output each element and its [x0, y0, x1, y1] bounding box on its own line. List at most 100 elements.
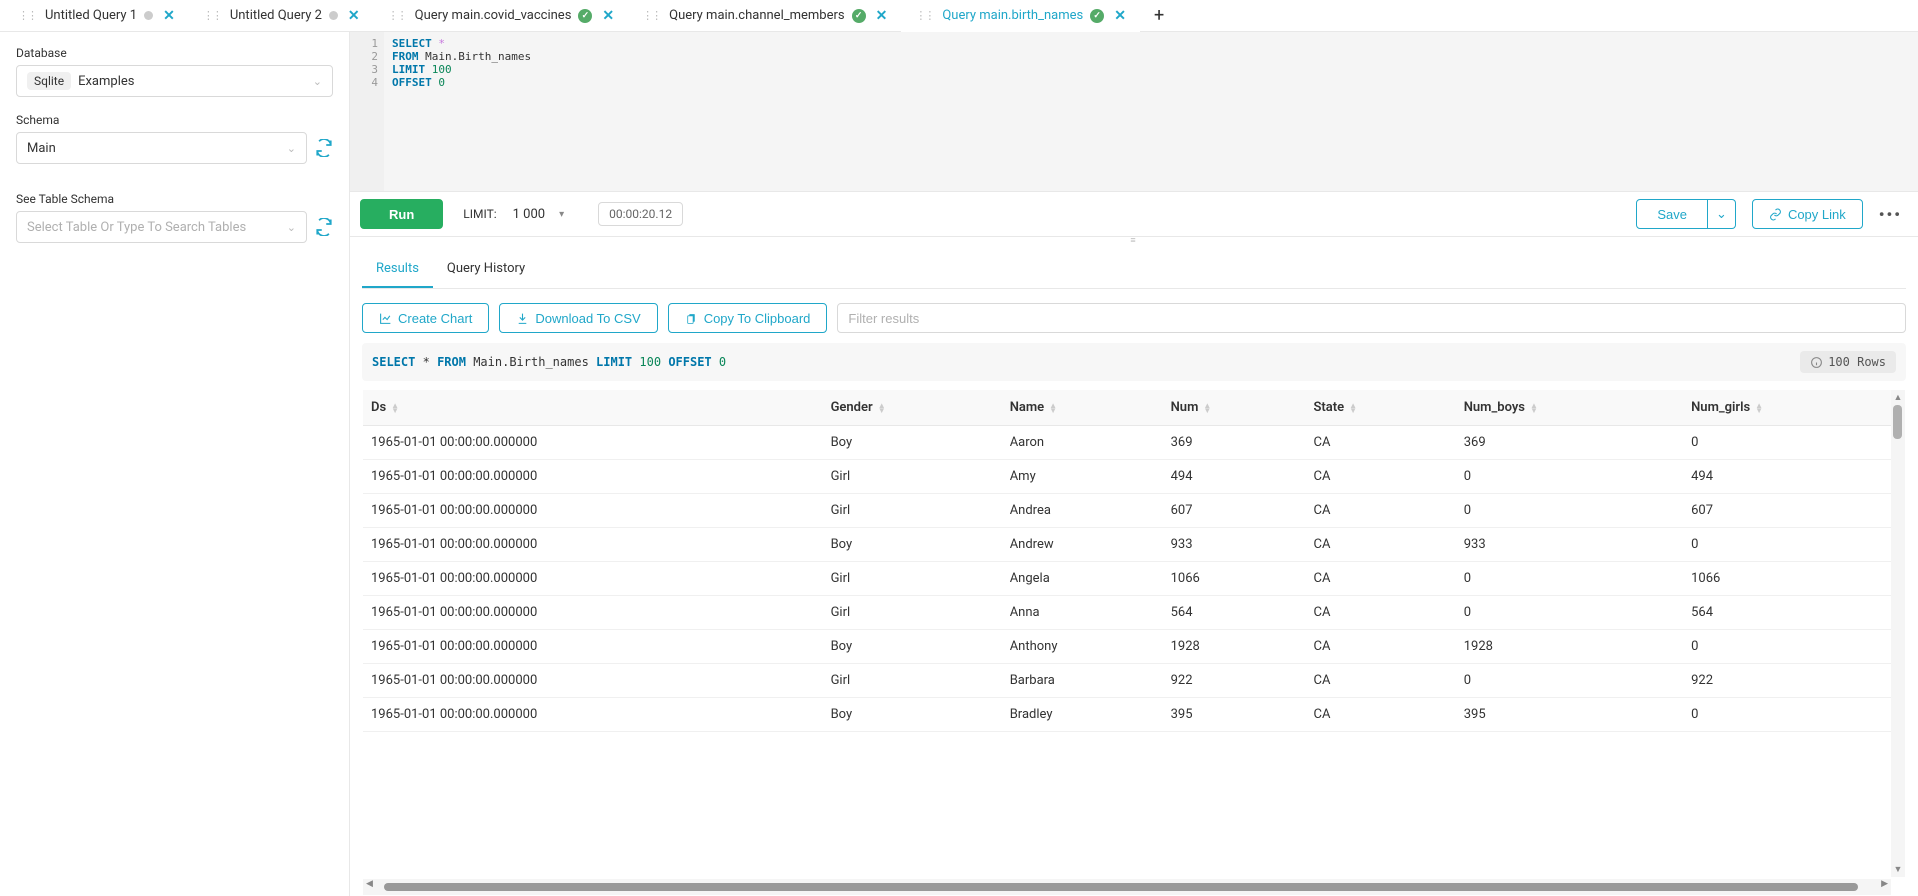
- save-button[interactable]: Save: [1636, 199, 1708, 229]
- scroll-up-icon[interactable]: ▲: [1891, 390, 1905, 405]
- refresh-icon[interactable]: [315, 218, 333, 236]
- table-cell: CA: [1306, 528, 1456, 562]
- sort-icon[interactable]: ▲▼: [1203, 403, 1211, 413]
- column-header[interactable]: Ds▲▼: [363, 390, 823, 426]
- scroll-thumb[interactable]: [384, 883, 1858, 891]
- download-csv-label: Download To CSV: [535, 311, 640, 326]
- table-search-select[interactable]: Select Table Or Type To Search Tables ⌄: [16, 211, 307, 243]
- scroll-down-icon[interactable]: ▼: [1891, 862, 1905, 877]
- download-csv-button[interactable]: Download To CSV: [499, 303, 657, 333]
- table-cell: 494: [1163, 460, 1306, 494]
- column-header[interactable]: Gender▲▼: [823, 390, 1002, 426]
- sort-icon[interactable]: ▲▼: [1755, 403, 1763, 413]
- scroll-right-icon[interactable]: ▶: [1878, 879, 1891, 895]
- refresh-icon[interactable]: [315, 139, 333, 157]
- table-cell: 1965-01-01 00:00:00.000000: [363, 698, 823, 732]
- scroll-left-icon[interactable]: ◀: [363, 879, 376, 895]
- create-chart-button[interactable]: Create Chart: [362, 303, 489, 333]
- editor-gutter: 1234: [350, 32, 384, 191]
- query-toolbar: Run LIMIT: 1 000 ▾ 00:00:20.12 Save ⌄ Co…: [350, 192, 1918, 237]
- chevron-down-icon: ⌄: [1716, 206, 1727, 222]
- drag-handle-icon[interactable]: ⋮⋮: [18, 9, 36, 22]
- sort-icon[interactable]: ▲▼: [1049, 403, 1057, 413]
- tab-label: Query main.covid_vaccines: [415, 8, 572, 23]
- table-cell: 0: [1683, 698, 1905, 732]
- table-cell: CA: [1306, 698, 1456, 732]
- chevron-down-icon: ⌄: [287, 142, 296, 155]
- drag-handle-icon[interactable]: ⋮⋮: [388, 9, 406, 22]
- schema-value: Main: [27, 141, 56, 156]
- subtab-results[interactable]: Results: [362, 251, 433, 288]
- sort-icon[interactable]: ▲▼: [391, 403, 399, 413]
- table-cell: 1965-01-01 00:00:00.000000: [363, 528, 823, 562]
- limit-dropdown[interactable]: 1 000 ▾: [507, 207, 570, 222]
- table-cell: Angela: [1002, 562, 1163, 596]
- tab-label: Untitled Query 1: [45, 8, 137, 23]
- clipboard-icon: [685, 312, 698, 325]
- chevron-down-icon: ⌄: [313, 75, 322, 88]
- drag-handle-icon[interactable]: ⋮⋮: [642, 9, 660, 22]
- close-icon[interactable]: ✕: [163, 9, 175, 23]
- copy-link-button[interactable]: Copy Link: [1752, 199, 1863, 229]
- query-tab[interactable]: ⋮⋮ Untitled Query 1 ✕: [4, 0, 189, 32]
- table-placeholder: Select Table Or Type To Search Tables: [27, 220, 246, 235]
- more-icon[interactable]: •••: [1873, 205, 1908, 224]
- table-cell: 1965-01-01 00:00:00.000000: [363, 596, 823, 630]
- table-row: 1965-01-01 00:00:00.000000GirlBarbara922…: [363, 664, 1905, 698]
- filter-results-input[interactable]: [837, 303, 1906, 333]
- schema-select[interactable]: Main ⌄: [16, 132, 307, 164]
- subtab-query-history[interactable]: Query History: [433, 251, 539, 288]
- close-icon[interactable]: ✕: [348, 9, 360, 23]
- limit-value: 1 000: [513, 207, 545, 222]
- drag-handle-icon[interactable]: ⋮⋮: [915, 9, 933, 22]
- column-header[interactable]: Num_boys▲▼: [1456, 390, 1683, 426]
- new-tab-button[interactable]: +: [1140, 0, 1172, 32]
- query-tab[interactable]: ⋮⋮ Untitled Query 2 ✕: [189, 0, 374, 32]
- close-icon[interactable]: ✕: [1114, 9, 1126, 23]
- column-header[interactable]: State▲▼: [1306, 390, 1456, 426]
- scroll-thumb[interactable]: [1893, 405, 1902, 439]
- chart-icon: [379, 312, 392, 325]
- table-cell: CA: [1306, 596, 1456, 630]
- table-cell: 369: [1456, 426, 1683, 460]
- status-dot-icon: [329, 11, 338, 20]
- sql-editor[interactable]: 1234 SELECT * FROM Main.Birth_names LIMI…: [350, 32, 1918, 192]
- column-header[interactable]: Name▲▼: [1002, 390, 1163, 426]
- sort-icon[interactable]: ▲▼: [878, 403, 886, 413]
- column-header[interactable]: Num▲▼: [1163, 390, 1306, 426]
- see-table-schema-label: See Table Schema: [16, 192, 333, 206]
- sort-icon[interactable]: ▲▼: [1349, 403, 1357, 413]
- caret-down-icon: ▾: [559, 209, 564, 220]
- vertical-scrollbar[interactable]: ▲ ▼: [1891, 390, 1905, 877]
- column-header[interactable]: Num_girls▲▼: [1683, 390, 1905, 426]
- close-icon[interactable]: ✕: [602, 9, 614, 23]
- horizontal-scrollbar[interactable]: ◀ ▶: [363, 879, 1891, 895]
- copy-clipboard-button[interactable]: Copy To Clipboard: [668, 303, 828, 333]
- query-tab[interactable]: ⋮⋮ Query main.birth_names ✕: [901, 0, 1140, 32]
- table-cell: 564: [1683, 596, 1905, 630]
- table-cell: 933: [1456, 528, 1683, 562]
- sort-icon[interactable]: ▲▼: [1530, 403, 1538, 413]
- row-count-badge: 100 Rows: [1800, 351, 1896, 373]
- database-select[interactable]: Sqlite Examples ⌄: [16, 65, 333, 97]
- editor-code[interactable]: SELECT * FROM Main.Birth_names LIMIT 100…: [384, 32, 1918, 191]
- table-cell: 922: [1163, 664, 1306, 698]
- link-icon: [1769, 208, 1782, 221]
- table-cell: Anna: [1002, 596, 1163, 630]
- drag-handle-icon[interactable]: ⋮⋮: [203, 9, 221, 22]
- close-icon[interactable]: ✕: [876, 9, 888, 23]
- table-cell: 395: [1456, 698, 1683, 732]
- table-cell: Barbara: [1002, 664, 1163, 698]
- run-button[interactable]: Run: [360, 199, 443, 229]
- table-cell: 1965-01-01 00:00:00.000000: [363, 460, 823, 494]
- table-cell: Girl: [823, 664, 1002, 698]
- table-cell: 1965-01-01 00:00:00.000000: [363, 494, 823, 528]
- table-cell: Boy: [823, 426, 1002, 460]
- sidebar: Database Sqlite Examples ⌄ Schema Main ⌄…: [0, 32, 350, 896]
- table-cell: Boy: [823, 528, 1002, 562]
- query-tab[interactable]: ⋮⋮ Query main.channel_members ✕: [628, 0, 901, 32]
- query-tab[interactable]: ⋮⋮ Query main.covid_vaccines ✕: [374, 0, 628, 32]
- sql-display-bar: SELECT * FROM Main.Birth_names LIMIT 100…: [362, 343, 1906, 381]
- results-panel: Results Query History Create Chart Downl…: [350, 243, 1918, 896]
- save-dropdown-button[interactable]: ⌄: [1708, 199, 1736, 229]
